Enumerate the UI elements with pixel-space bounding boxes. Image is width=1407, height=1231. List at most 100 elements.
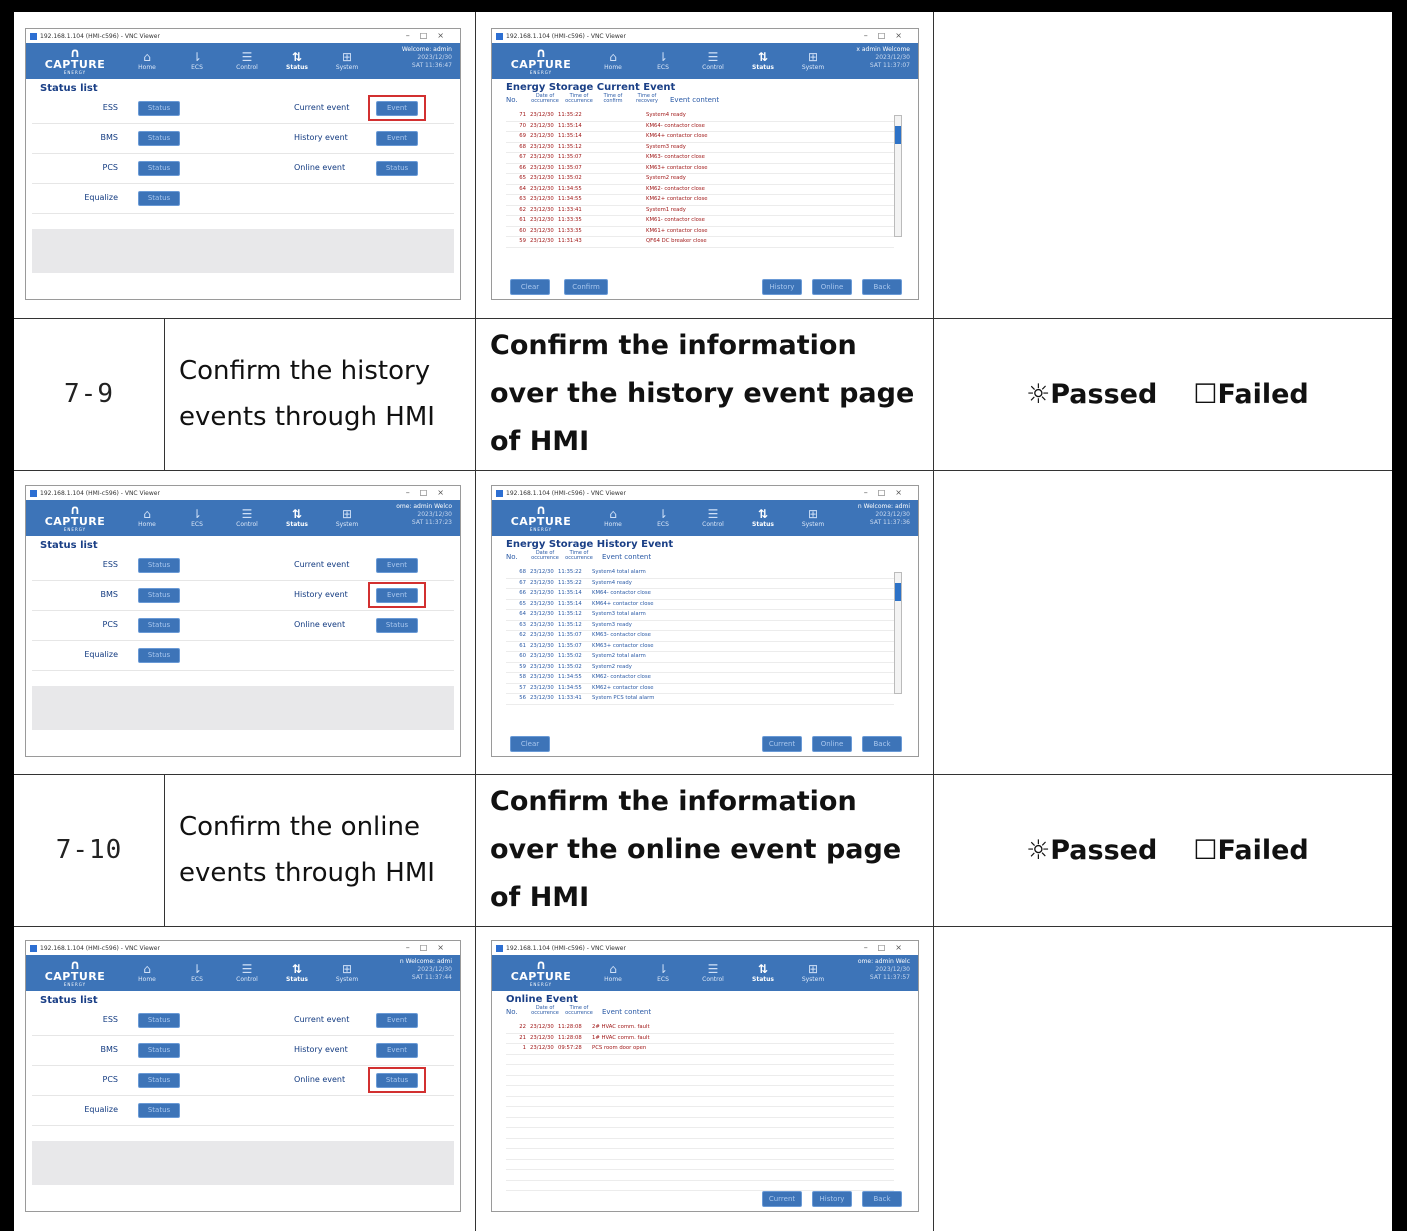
event-button[interactable]: Status	[376, 161, 418, 176]
status-button[interactable]: Status	[138, 1073, 180, 1088]
status-button[interactable]: Status	[138, 131, 180, 146]
nav-item-ecs[interactable]: ⇂ ECS	[172, 963, 222, 984]
back-button[interactable]: Back	[862, 279, 902, 295]
event-row[interactable]: 68 23/12/30 11:35:22 System4 total alarm	[506, 568, 894, 579]
window-controls[interactable]: –□×	[864, 488, 912, 497]
current-button[interactable]: Current	[762, 1191, 802, 1207]
checkbox-icon[interactable]: ☐	[1193, 835, 1217, 866]
event-row[interactable]: 61 23/12/30 11:35:07 KM63+ contactor close	[506, 642, 894, 652]
event-row[interactable]	[506, 1107, 894, 1118]
nav-item-status[interactable]: ⇅ Status	[738, 508, 788, 529]
nav-item-status[interactable]: ⇅ Status	[738, 963, 788, 984]
nav-item-system[interactable]: ⊞ System	[788, 963, 838, 984]
checkbox-icon[interactable]: ☐	[1193, 379, 1217, 410]
status-button[interactable]: Status	[138, 191, 180, 206]
status-button[interactable]: Status	[138, 1013, 180, 1028]
event-row[interactable]: 22 23/12/30 11:28:08 2# HVAC comm. fault	[506, 1023, 894, 1034]
event-row[interactable]: 59 23/12/30 11:31:43 QF64 DC breaker close	[506, 237, 894, 248]
nav-item-home[interactable]: ⌂ Home	[122, 51, 172, 72]
history-button[interactable]: History	[812, 1191, 852, 1207]
event-row[interactable]	[506, 1065, 894, 1076]
event-row[interactable]	[506, 1055, 894, 1065]
nav-item-control[interactable]: ☰ Control	[688, 51, 738, 72]
event-row[interactable]: 62 23/12/30 11:35:07 KM63- contactor close	[506, 631, 894, 642]
event-row[interactable]: 65 23/12/30 11:35:02 System2 ready	[506, 174, 894, 185]
event-row[interactable]: 56 23/12/30 11:33:41 System PCS total alarm	[506, 694, 894, 705]
event-row[interactable]: 1 23/12/30 09:57:28 PCS room door open	[506, 1044, 894, 1055]
clear-button[interactable]: Clear	[510, 736, 550, 752]
event-button[interactable]: Event	[376, 1043, 418, 1058]
nav-item-ecs[interactable]: ⇂ ECS	[638, 51, 688, 72]
scrollbar[interactable]	[894, 115, 902, 237]
nav-item-status[interactable]: ⇅ Status	[272, 963, 322, 984]
scrollbar[interactable]	[894, 572, 902, 694]
back-button[interactable]: Back	[862, 736, 902, 752]
event-row[interactable]	[506, 1118, 894, 1128]
event-row[interactable]: 57 23/12/30 11:34:55 KM62+ contactor close	[506, 684, 894, 694]
event-row[interactable]: 70 23/12/30 11:35:14 KM64- contactor close	[506, 122, 894, 132]
event-row[interactable]: 63 23/12/30 11:35:12 System3 ready	[506, 621, 894, 631]
event-row[interactable]: 62 23/12/30 11:33:41 System1 ready	[506, 206, 894, 216]
event-row[interactable]: 67 23/12/30 11:35:07 KM63- contactor close	[506, 153, 894, 164]
nav-item-home[interactable]: ⌂ Home	[588, 508, 638, 529]
status-button[interactable]: Status	[138, 588, 180, 603]
window-controls[interactable]: –□×	[406, 488, 454, 497]
status-button[interactable]: Status	[138, 648, 180, 663]
nav-item-control[interactable]: ☰ Control	[222, 508, 272, 529]
back-button[interactable]: Back	[862, 1191, 902, 1207]
nav-item-system[interactable]: ⊞ System	[322, 51, 372, 72]
nav-item-status[interactable]: ⇅ Status	[738, 51, 788, 72]
nav-item-home[interactable]: ⌂ Home	[122, 963, 172, 984]
scrollbar-thumb[interactable]	[895, 583, 901, 601]
event-button[interactable]: Event	[376, 558, 418, 573]
event-row[interactable]: 59 23/12/30 11:35:02 System2 ready	[506, 663, 894, 673]
clear-button[interactable]: Clear	[510, 279, 550, 295]
status-button[interactable]: Status	[138, 558, 180, 573]
event-row[interactable]	[506, 1086, 894, 1097]
event-row[interactable]	[506, 1076, 894, 1086]
event-row[interactable]: 64 23/12/30 11:35:12 System3 total alarm	[506, 610, 894, 621]
status-button[interactable]: Status	[138, 618, 180, 633]
nav-item-system[interactable]: ⊞ System	[322, 963, 372, 984]
nav-item-ecs[interactable]: ⇂ ECS	[172, 51, 222, 72]
window-controls[interactable]: –□×	[406, 31, 454, 40]
nav-item-control[interactable]: ☰ Control	[688, 508, 738, 529]
nav-item-system[interactable]: ⊞ System	[788, 508, 838, 529]
event-row[interactable]: 66 23/12/30 11:35:07 KM63+ contactor close	[506, 164, 894, 174]
event-row[interactable]	[506, 1181, 894, 1191]
event-row[interactable]: 61 23/12/30 11:33:35 KM61- contactor close	[506, 216, 894, 227]
window-controls[interactable]: –□×	[864, 31, 912, 40]
event-button[interactable]: Event	[376, 1013, 418, 1028]
event-button[interactable]: Status	[376, 618, 418, 633]
confirm-button[interactable]: Confirm	[564, 279, 608, 295]
nav-item-ecs[interactable]: ⇂ ECS	[638, 508, 688, 529]
event-row[interactable]: 66 23/12/30 11:35:14 KM64- contactor close	[506, 589, 894, 600]
event-row[interactable]	[506, 1170, 894, 1181]
status-button[interactable]: Status	[138, 161, 180, 176]
window-controls[interactable]: –□×	[864, 943, 912, 952]
event-row[interactable]: 58 23/12/30 11:34:55 KM62- contactor close	[506, 673, 894, 684]
event-row[interactable]	[506, 1097, 894, 1107]
nav-item-control[interactable]: ☰ Control	[222, 51, 272, 72]
nav-item-home[interactable]: ⌂ Home	[588, 51, 638, 72]
event-row[interactable]: 68 23/12/30 11:35:12 System3 ready	[506, 143, 894, 153]
event-row[interactable]: 21 23/12/30 11:28:08 1# HVAC comm. fault	[506, 1034, 894, 1044]
event-row[interactable]: 69 23/12/30 11:35:14 KM64+ contactor close	[506, 132, 894, 143]
nav-item-status[interactable]: ⇅ Status	[272, 508, 322, 529]
event-row[interactable]: 60 23/12/30 11:35:02 System2 total alarm	[506, 652, 894, 663]
status-button[interactable]: Status	[138, 101, 180, 116]
nav-item-system[interactable]: ⊞ System	[788, 51, 838, 72]
nav-item-home[interactable]: ⌂ Home	[122, 508, 172, 529]
nav-item-control[interactable]: ☰ Control	[688, 963, 738, 984]
online-button[interactable]: Online	[812, 736, 852, 752]
nav-item-control[interactable]: ☰ Control	[222, 963, 272, 984]
event-row[interactable]: 63 23/12/30 11:34:55 KM62+ contactor close	[506, 195, 894, 206]
history-button[interactable]: History	[762, 279, 802, 295]
status-button[interactable]: Status	[138, 1103, 180, 1118]
event-row[interactable]: 64 23/12/30 11:34:55 KM62- contactor close	[506, 185, 894, 195]
event-row[interactable]: 60 23/12/30 11:33:35 KM61+ contactor close	[506, 227, 894, 237]
event-row[interactable]: 65 23/12/30 11:35:14 KM64+ contactor close	[506, 600, 894, 610]
current-button[interactable]: Current	[762, 736, 802, 752]
nav-item-ecs[interactable]: ⇂ ECS	[638, 963, 688, 984]
nav-item-ecs[interactable]: ⇂ ECS	[172, 508, 222, 529]
